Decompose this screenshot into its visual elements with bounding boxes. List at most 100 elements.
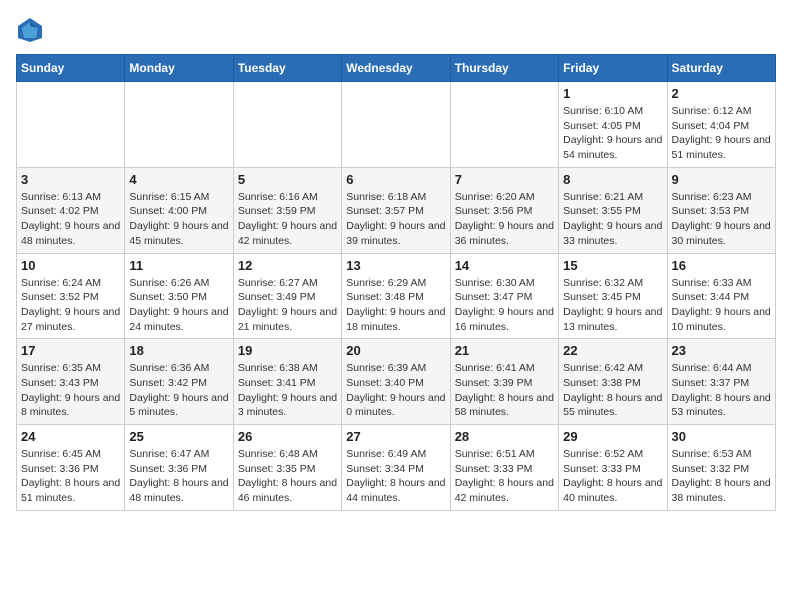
weekday-header-tuesday: Tuesday (233, 55, 341, 82)
day-number: 1 (563, 86, 662, 101)
calendar-cell: 5 Sunrise: 6:16 AMSunset: 3:59 PMDaylight… (233, 167, 341, 253)
day-info: Sunrise: 6:41 AMSunset: 3:39 PMDaylight:… (455, 361, 554, 420)
day-info: Sunrise: 6:38 AMSunset: 3:41 PMDaylight:… (238, 361, 337, 420)
calendar-cell: 20 Sunrise: 6:39 AMSunset: 3:40 PMDayligh… (342, 339, 450, 425)
day-number: 10 (21, 258, 120, 273)
calendar-cell (342, 82, 450, 168)
day-number: 9 (672, 172, 771, 187)
calendar-week-5: 24 Sunrise: 6:45 AMSunset: 3:36 PMDayligh… (17, 425, 776, 511)
calendar-cell (450, 82, 558, 168)
calendar-cell: 10 Sunrise: 6:24 AMSunset: 3:52 PMDayligh… (17, 253, 125, 339)
weekday-header-row: SundayMondayTuesdayWednesdayThursdayFrid… (17, 55, 776, 82)
day-info: Sunrise: 6:13 AMSunset: 4:02 PMDaylight:… (21, 190, 120, 249)
day-number: 4 (129, 172, 228, 187)
calendar-cell: 19 Sunrise: 6:38 AMSunset: 3:41 PMDayligh… (233, 339, 341, 425)
day-number: 23 (672, 343, 771, 358)
calendar-cell: 24 Sunrise: 6:45 AMSunset: 3:36 PMDayligh… (17, 425, 125, 511)
day-info: Sunrise: 6:29 AMSunset: 3:48 PMDaylight:… (346, 276, 445, 335)
calendar-cell (125, 82, 233, 168)
calendar-cell: 29Sunrise: 6:52 AMSunset: 3:33 PMDayligh… (559, 425, 667, 511)
day-number: 30 (672, 429, 771, 444)
day-info: Sunrise: 6:53 AMSunset: 3:32 PMDaylight:… (672, 447, 771, 506)
day-number: 5 (238, 172, 337, 187)
day-info: Sunrise: 6:15 AMSunset: 4:00 PMDaylight:… (129, 190, 228, 249)
calendar-week-4: 17 Sunrise: 6:35 AMSunset: 3:43 PMDayligh… (17, 339, 776, 425)
day-info: Sunrise: 6:16 AMSunset: 3:59 PMDaylight:… (238, 190, 337, 249)
weekday-header-thursday: Thursday (450, 55, 558, 82)
day-number: 21 (455, 343, 554, 358)
weekday-header-monday: Monday (125, 55, 233, 82)
calendar-cell: 21 Sunrise: 6:41 AMSunset: 3:39 PMDayligh… (450, 339, 558, 425)
calendar-cell: 9 Sunrise: 6:23 AMSunset: 3:53 PMDaylight… (667, 167, 775, 253)
weekday-header-sunday: Sunday (17, 55, 125, 82)
day-number: 18 (129, 343, 228, 358)
calendar-week-2: 3 Sunrise: 6:13 AMSunset: 4:02 PMDaylight… (17, 167, 776, 253)
day-number: 22 (563, 343, 662, 358)
calendar-cell: 28 Sunrise: 6:51 AMSunset: 3:33 PMDayligh… (450, 425, 558, 511)
calendar-week-3: 10 Sunrise: 6:24 AMSunset: 3:52 PMDayligh… (17, 253, 776, 339)
day-number: 13 (346, 258, 445, 273)
day-info: Sunrise: 6:27 AMSunset: 3:49 PMDaylight:… (238, 276, 337, 335)
day-info: Sunrise: 6:36 AMSunset: 3:42 PMDaylight:… (129, 361, 228, 420)
calendar-cell: 22 Sunrise: 6:42 AMSunset: 3:38 PMDayligh… (559, 339, 667, 425)
weekday-header-saturday: Saturday (667, 55, 775, 82)
day-info: Sunrise: 6:51 AMSunset: 3:33 PMDaylight:… (455, 447, 554, 506)
day-number: 7 (455, 172, 554, 187)
day-info: Sunrise: 6:32 AMSunset: 3:45 PMDaylight:… (563, 276, 662, 335)
day-number: 19 (238, 343, 337, 358)
day-info: Sunrise: 6:39 AMSunset: 3:40 PMDaylight:… (346, 361, 445, 420)
day-info: Sunrise: 6:26 AMSunset: 3:50 PMDaylight:… (129, 276, 228, 335)
day-info: Sunrise: 6:21 AMSunset: 3:55 PMDaylight:… (563, 190, 662, 249)
day-number: 14 (455, 258, 554, 273)
logo (16, 16, 48, 44)
day-info: Sunrise: 6:48 AMSunset: 3:35 PMDaylight:… (238, 447, 337, 506)
day-number: 28 (455, 429, 554, 444)
day-number: 26 (238, 429, 337, 444)
page-header (16, 16, 776, 44)
day-number: 24 (21, 429, 120, 444)
calendar-cell: 11 Sunrise: 6:26 AMSunset: 3:50 PMDayligh… (125, 253, 233, 339)
day-number: 3 (21, 172, 120, 187)
calendar-cell: 15Sunrise: 6:32 AMSunset: 3:45 PMDayligh… (559, 253, 667, 339)
calendar-cell: 27Sunrise: 6:49 AMSunset: 3:34 PMDayligh… (342, 425, 450, 511)
day-info: Sunrise: 6:23 AMSunset: 3:53 PMDaylight:… (672, 190, 771, 249)
day-info: Sunrise: 6:18 AMSunset: 3:57 PMDaylight:… (346, 190, 445, 249)
calendar-cell: 12 Sunrise: 6:27 AMSunset: 3:49 PMDayligh… (233, 253, 341, 339)
calendar-cell (233, 82, 341, 168)
calendar-cell: 6 Sunrise: 6:18 AMSunset: 3:57 PMDaylight… (342, 167, 450, 253)
day-info: Sunrise: 6:20 AMSunset: 3:56 PMDaylight:… (455, 190, 554, 249)
weekday-header-wednesday: Wednesday (342, 55, 450, 82)
day-info: Sunrise: 6:12 AMSunset: 4:04 PMDaylight:… (672, 104, 771, 163)
day-info: Sunrise: 6:35 AMSunset: 3:43 PMDaylight:… (21, 361, 120, 420)
day-info: Sunrise: 6:45 AMSunset: 3:36 PMDaylight:… (21, 447, 120, 506)
day-info: Sunrise: 6:47 AMSunset: 3:36 PMDaylight:… (129, 447, 228, 506)
calendar-cell: 7 Sunrise: 6:20 AMSunset: 3:56 PMDaylight… (450, 167, 558, 253)
calendar-cell: 2 Sunrise: 6:12 AMSunset: 4:04 PMDaylight… (667, 82, 775, 168)
day-number: 6 (346, 172, 445, 187)
day-number: 29 (563, 429, 662, 444)
day-number: 17 (21, 343, 120, 358)
weekday-header-friday: Friday (559, 55, 667, 82)
day-info: Sunrise: 6:24 AMSunset: 3:52 PMDaylight:… (21, 276, 120, 335)
calendar-cell: 4 Sunrise: 6:15 AMSunset: 4:00 PMDaylight… (125, 167, 233, 253)
calendar-cell: 30 Sunrise: 6:53 AMSunset: 3:32 PMDayligh… (667, 425, 775, 511)
calendar-table: SundayMondayTuesdayWednesdayThursdayFrid… (16, 54, 776, 511)
day-number: 12 (238, 258, 337, 273)
calendar-cell: 17 Sunrise: 6:35 AMSunset: 3:43 PMDayligh… (17, 339, 125, 425)
calendar-cell: 25Sunrise: 6:47 AMSunset: 3:36 PMDayligh… (125, 425, 233, 511)
day-info: Sunrise: 6:33 AMSunset: 3:44 PMDaylight:… (672, 276, 771, 335)
day-number: 2 (672, 86, 771, 101)
calendar-cell: 16Sunrise: 6:33 AMSunset: 3:44 PMDayligh… (667, 253, 775, 339)
day-number: 20 (346, 343, 445, 358)
calendar-cell: 8 Sunrise: 6:21 AMSunset: 3:55 PMDaylight… (559, 167, 667, 253)
calendar-cell: 23Sunrise: 6:44 AMSunset: 3:37 PMDayligh… (667, 339, 775, 425)
day-number: 11 (129, 258, 228, 273)
day-number: 27 (346, 429, 445, 444)
logo-icon (16, 16, 44, 44)
day-number: 8 (563, 172, 662, 187)
day-info: Sunrise: 6:42 AMSunset: 3:38 PMDaylight:… (563, 361, 662, 420)
calendar-cell: 1 Sunrise: 6:10 AMSunset: 4:05 PMDaylight… (559, 82, 667, 168)
calendar-cell: 18 Sunrise: 6:36 AMSunset: 3:42 PMDayligh… (125, 339, 233, 425)
day-info: Sunrise: 6:10 AMSunset: 4:05 PMDaylight:… (563, 104, 662, 163)
calendar-cell: 14Sunrise: 6:30 AMSunset: 3:47 PMDayligh… (450, 253, 558, 339)
